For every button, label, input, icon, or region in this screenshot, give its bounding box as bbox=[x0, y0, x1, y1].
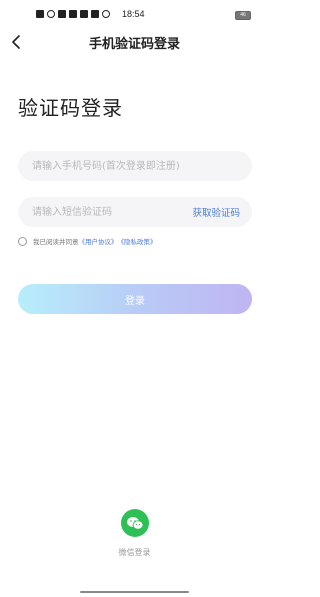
wechat-login-button[interactable] bbox=[121, 509, 149, 537]
login-heading: 验证码登录 bbox=[18, 96, 123, 120]
battery-icon: 46 bbox=[235, 11, 251, 20]
code-field[interactable]: 获取验证码 bbox=[18, 197, 252, 227]
home-indicator bbox=[80, 591, 189, 593]
status-bar: 18:54 46 bbox=[0, 0, 269, 30]
agreement-checkbox[interactable] bbox=[18, 236, 27, 246]
notification-icon bbox=[58, 10, 66, 18]
get-code-button[interactable]: 获取验证码 bbox=[192, 205, 240, 219]
phone-input[interactable] bbox=[30, 159, 240, 173]
notification-icons bbox=[36, 10, 110, 18]
notification-icon bbox=[36, 10, 44, 18]
notification-icon bbox=[102, 10, 110, 18]
agreement-text: 我已阅读并同意 bbox=[33, 238, 79, 246]
notification-icon bbox=[80, 10, 88, 18]
login-screen: 18:54 46 手机验证码登录 验证码登录 获取验证码 我已阅读并同意 《用户… bbox=[0, 0, 269, 597]
notification-icon bbox=[69, 10, 77, 18]
nav-bar: 手机验证码登录 bbox=[0, 30, 269, 56]
sms-code-input[interactable] bbox=[30, 205, 187, 219]
login-button[interactable]: 登录 bbox=[18, 284, 252, 314]
notification-icon bbox=[91, 10, 99, 18]
wechat-icon bbox=[127, 516, 144, 530]
page-title: 手机验证码登录 bbox=[88, 37, 180, 52]
wifi-icon bbox=[47, 10, 55, 18]
phone-field[interactable] bbox=[18, 151, 252, 181]
status-time: 18:54 bbox=[122, 9, 145, 19]
wechat-login-label: 微信登录 bbox=[118, 548, 151, 557]
user-agreement-link[interactable]: 《用户协议》 bbox=[79, 236, 118, 246]
agreement-row: 我已阅读并同意 《用户协议》 《隐私政策》 bbox=[18, 236, 157, 246]
privacy-policy-link[interactable]: 《隐私政策》 bbox=[118, 236, 157, 246]
